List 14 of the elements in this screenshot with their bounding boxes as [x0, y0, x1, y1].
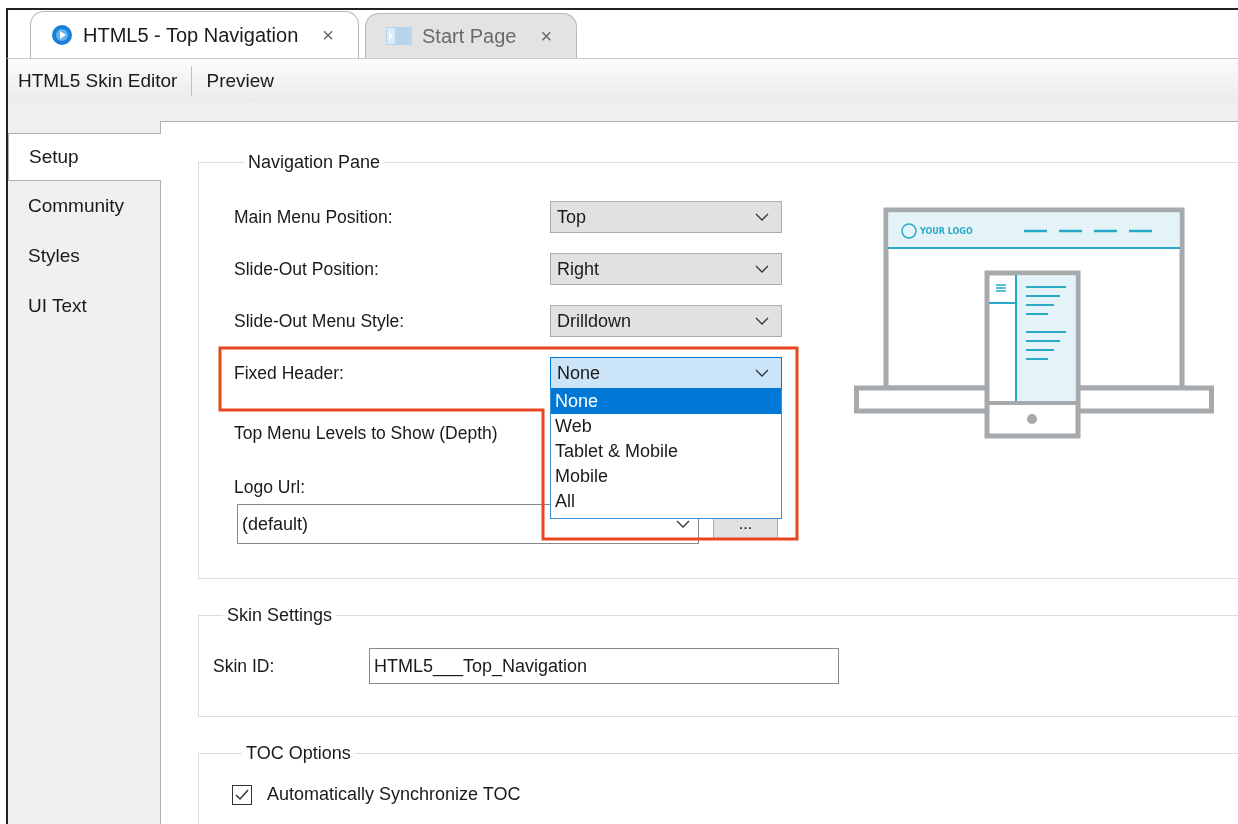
checkbox-label: Automatically Synchronize TOC	[267, 784, 521, 805]
field-label: Skin ID:	[213, 655, 276, 677]
field-label: Slide-Out Position:	[234, 258, 380, 280]
logo-text: YOUR LOGO	[920, 227, 973, 236]
group-title: Skin Settings	[226, 605, 334, 626]
tab-label: Start Page	[422, 24, 517, 48]
tab-label: HTML5 - Top Navigation	[83, 23, 299, 47]
field-label: Fixed Header:	[234, 362, 345, 384]
group-title: Navigation Pane	[247, 152, 382, 173]
field-label: Logo Url:	[234, 477, 305, 498]
field-label: Main Menu Position:	[234, 206, 394, 228]
field-label: Slide-Out Menu Style:	[234, 310, 406, 332]
field-label: Top Menu Levels to Show (Depth)	[234, 422, 499, 444]
group-title: TOC Options	[245, 743, 352, 764]
